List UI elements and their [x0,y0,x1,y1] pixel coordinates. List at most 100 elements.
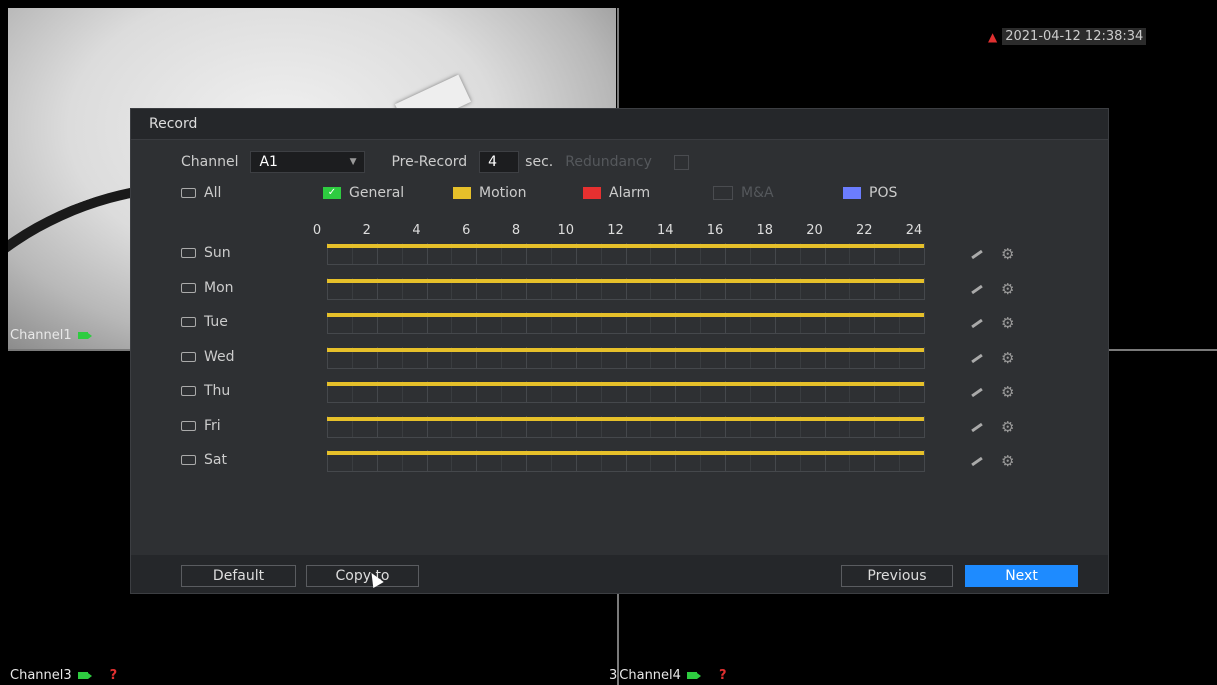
day-timeline[interactable] [327,381,925,403]
pencil-icon[interactable] [971,249,983,260]
hour-label: 10 [557,223,575,238]
motion-record-bar [327,347,924,352]
legend-general[interactable]: ✓ General [323,185,404,201]
hour-label: 18 [756,223,774,238]
checkbox-icon [181,188,196,198]
day-label: Fri [204,417,221,434]
previous-button[interactable]: Previous [841,565,953,587]
hour-label: 24 [905,223,923,238]
gear-icon[interactable]: ⚙ [1001,349,1014,367]
channel4-prefix: 3 [609,668,618,683]
hour-label: 4 [412,223,421,238]
legend-ma-label: M&A [741,185,774,201]
day-timeline[interactable] [327,312,925,334]
motion-record-bar [327,451,924,455]
checkbox-icon [181,455,196,465]
channel-select[interactable]: A1 ▼ [250,151,366,173]
day-timeline[interactable] [327,243,925,265]
channel4-label: 3 Channel4 ? [609,668,726,683]
channel4-name: Channel4 [619,668,681,683]
copy-to-button[interactable]: Copy to [306,565,419,587]
checkbox-icon [181,317,196,327]
hour-label: 22 [855,223,873,238]
channel3-name: Channel3 [10,668,72,683]
next-button[interactable]: Next [965,565,1078,587]
checkbox-icon [181,351,196,362]
default-button[interactable]: Default [181,565,296,587]
pencil-icon[interactable] [971,422,983,432]
day-label: Tue [204,314,228,330]
record-camera-icon [686,672,701,679]
legend-alarm-label: Alarm [609,185,651,201]
day-row-tue: Tue ⚙ [181,312,1041,334]
pencil-icon[interactable] [971,456,983,467]
legend-general-label: General [349,185,405,201]
dialog-titlebar [131,109,1108,140]
day-label: Sun [204,245,231,261]
day-checkbox[interactable]: Fri [181,418,221,434]
gear-icon[interactable]: ⚙ [1001,418,1014,436]
gear-icon[interactable]: ⚙ [1001,452,1014,470]
day-row-thu: Thu ⚙ [181,381,1041,403]
gear-icon[interactable]: ⚙ [1001,245,1014,263]
day-checkbox[interactable]: Sun [181,245,231,261]
row-actions: ⚙ [971,418,1014,436]
day-label: Mon [204,279,234,296]
channel-settings-row: Channel A1 ▼ Pre-Record 4 sec. Redundanc… [181,151,689,173]
row-actions: ⚙ [971,452,1014,470]
check-icon: ✓ [323,187,341,199]
record-camera-icon [77,672,92,679]
legend-ma: M&A [713,185,774,201]
day-row-fri: Fri ⚙ [181,415,1041,438]
prerecord-input[interactable]: 4 [479,151,520,173]
legend-pos-label: POS [869,185,898,201]
pencil-icon[interactable] [971,387,983,398]
pencil-icon[interactable] [971,353,983,363]
hour-scale: 0 2 4 6 8 10 12 14 16 18 20 22 24 [313,223,937,239]
ma-swatch [713,186,733,200]
day-checkbox[interactable]: Wed [181,349,235,365]
datetime-text: 2021-04-12 12:38:34 [1002,28,1147,45]
prerecord-label: Pre-Record [391,154,468,170]
day-timeline[interactable] [327,277,925,300]
row-actions: ⚙ [971,314,1014,332]
day-label: Thu [204,383,231,399]
channel1-label: Channel1 [10,328,92,343]
day-timeline[interactable] [327,346,925,369]
gear-icon[interactable]: ⚙ [1001,314,1014,332]
chevron-down-icon: ▼ [349,157,357,167]
legend-motion[interactable]: Motion [453,185,526,201]
legend-alarm[interactable]: Alarm [583,185,650,201]
hour-label: 14 [656,223,674,238]
day-row-mon: Mon ⚙ [181,277,1041,300]
day-timeline[interactable] [327,450,925,472]
pencil-icon[interactable] [971,318,983,329]
gear-icon[interactable]: ⚙ [1001,383,1014,401]
hour-label: 8 [511,223,521,238]
row-actions: ⚙ [971,383,1014,401]
day-checkbox[interactable]: Thu [181,383,230,399]
checkbox-icon [181,248,196,258]
checkbox-icon [181,282,196,293]
pos-swatch [843,187,861,199]
checkbox-icon [181,386,196,396]
motion-record-bar [327,278,924,283]
channel3-label: Channel3 ? [10,668,117,683]
day-timeline[interactable] [327,415,925,438]
motion-record-bar [327,382,924,386]
all-checkbox[interactable]: All [181,185,221,201]
day-checkbox[interactable]: Mon [181,280,234,296]
all-label: All [204,185,222,201]
alarm-swatch [583,187,601,199]
day-checkbox[interactable]: Sat [181,452,227,468]
hour-label: 0 [312,223,322,238]
checkbox-icon [181,420,196,431]
pencil-icon[interactable] [971,284,983,294]
day-checkbox[interactable]: Tue [181,314,228,330]
channel-value: A1 [259,154,278,170]
hour-label: 16 [706,223,724,238]
motion-record-bar [327,244,924,248]
legend-pos[interactable]: POS [843,185,897,201]
gear-icon[interactable]: ⚙ [1001,280,1014,298]
hour-label: 20 [806,223,823,238]
